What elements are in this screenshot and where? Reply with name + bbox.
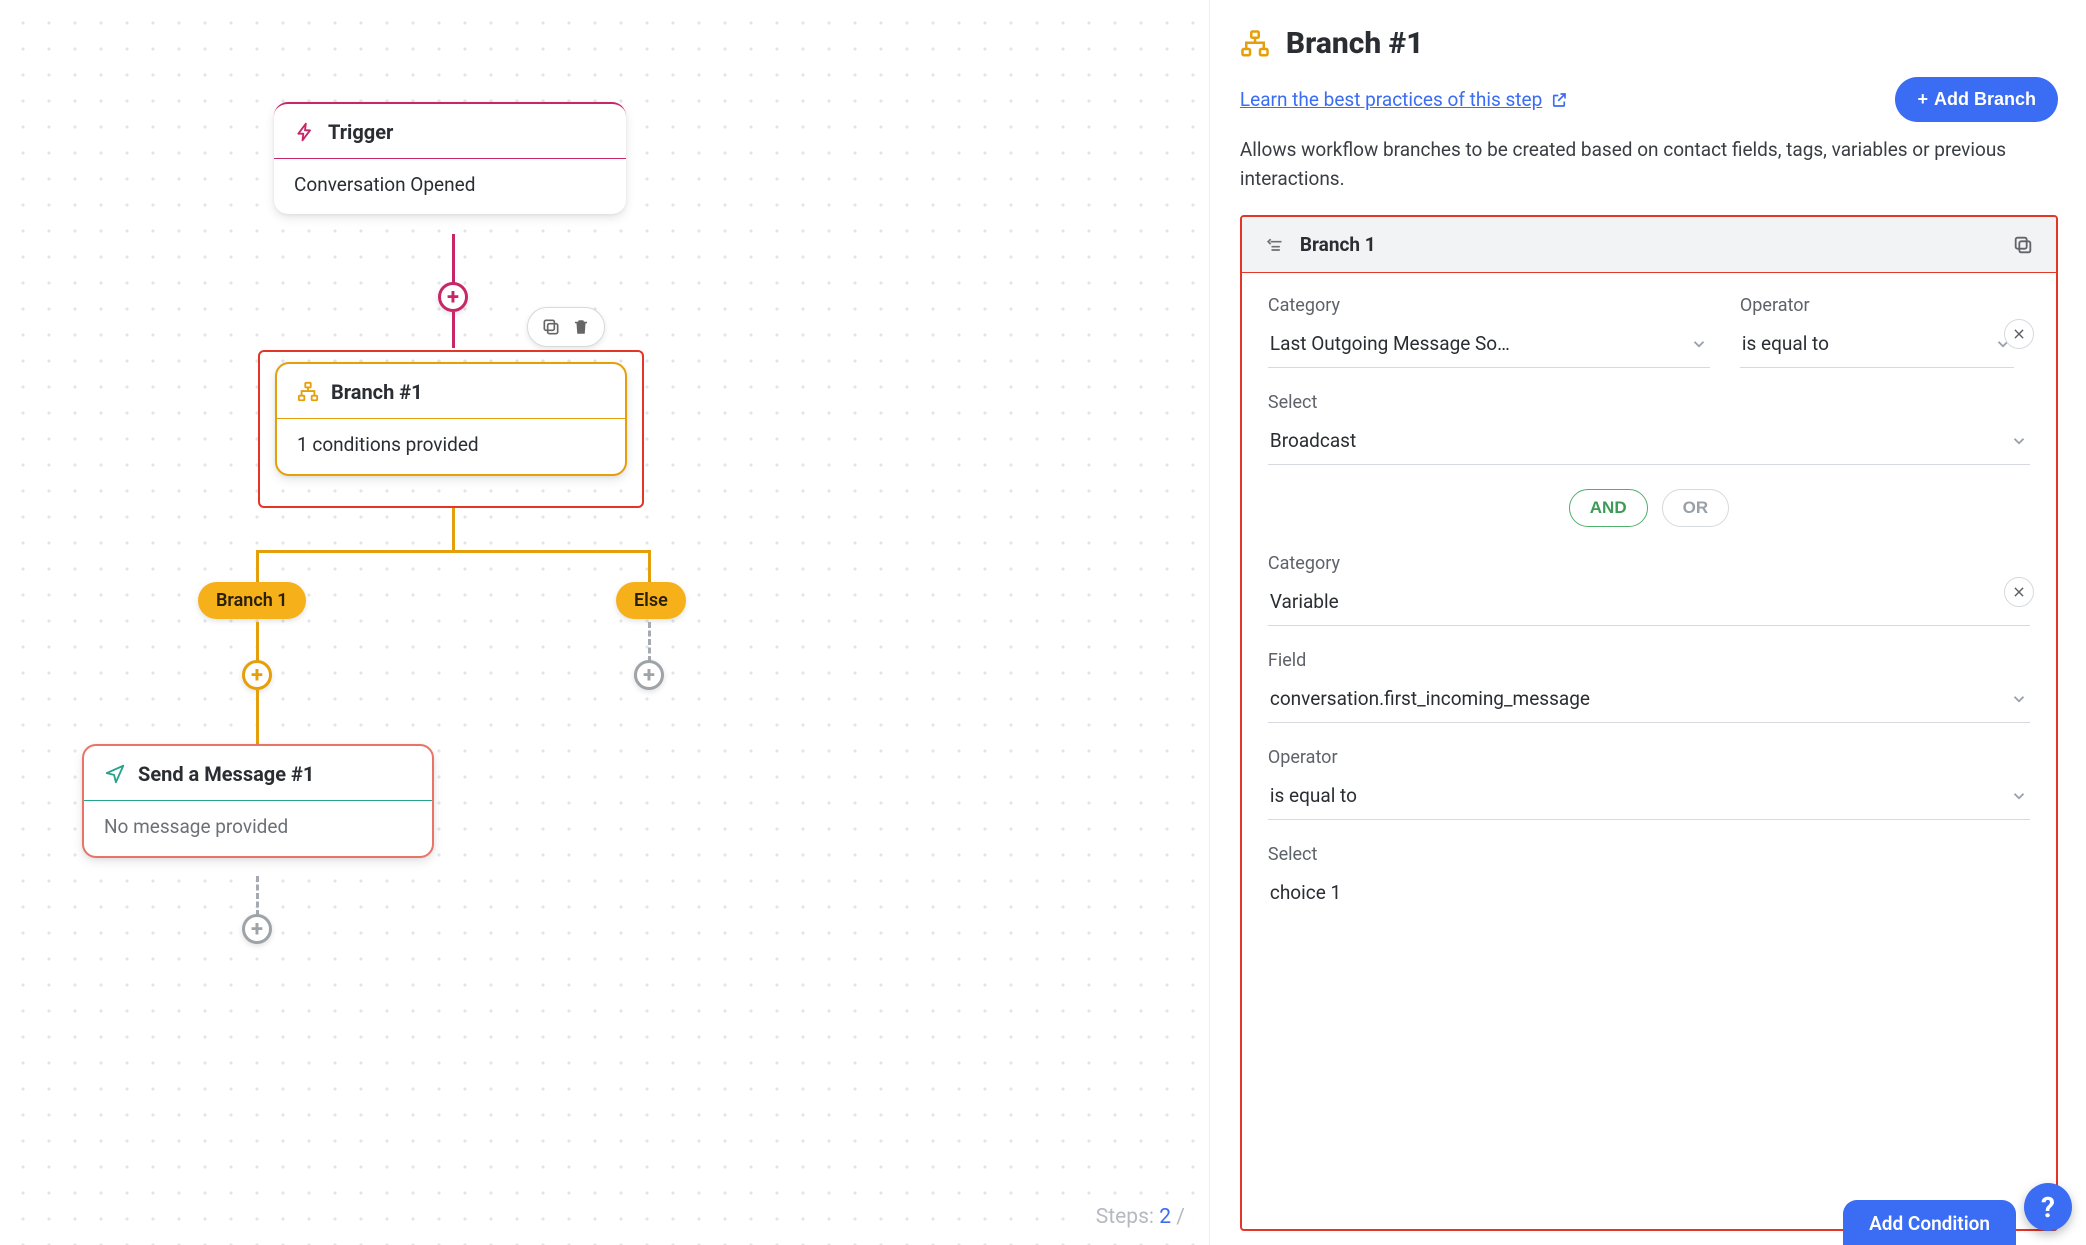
node-toolbar: [527, 307, 605, 347]
value-select[interactable]: Broadcast: [1268, 423, 2030, 465]
field-label: Select: [1268, 844, 2030, 865]
add-condition-button[interactable]: Add Condition: [1843, 1200, 2016, 1245]
workflow-canvas[interactable]: Trigger Conversation Opened +: [0, 0, 1210, 1245]
node-trigger-title: Trigger: [328, 120, 393, 144]
chevron-down-icon: [2010, 690, 2028, 708]
connector: [256, 690, 259, 746]
add-branch-button[interactable]: + Add Branch: [1895, 77, 2058, 122]
bolt-icon: [294, 121, 316, 143]
add-step-button[interactable]: +: [438, 282, 468, 312]
send-icon: [104, 763, 126, 785]
add-step-button[interactable]: +: [242, 660, 272, 690]
node-branch[interactable]: Branch #1 1 conditions provided: [275, 362, 627, 476]
field-label: Category: [1268, 295, 1710, 316]
connector: [452, 508, 455, 552]
branch-card-title: Branch 1: [1300, 233, 1376, 256]
field-label: Operator: [1740, 295, 2014, 316]
or-button[interactable]: OR: [1662, 489, 1730, 527]
trash-icon[interactable]: [570, 316, 592, 338]
connector-dashed: [256, 876, 259, 916]
logic-operator-group: AND OR: [1268, 489, 2030, 527]
connector: [256, 550, 259, 582]
drag-handle-icon[interactable]: [1264, 235, 1284, 255]
category-select[interactable]: Last Outgoing Message So…: [1268, 326, 1710, 368]
add-step-button[interactable]: +: [242, 914, 272, 944]
chevron-down-icon: [1690, 335, 1708, 353]
branch-label-pill[interactable]: Branch 1: [198, 582, 306, 619]
connector: [452, 312, 455, 348]
branch-icon: [1240, 29, 1270, 59]
connector-dashed: [648, 622, 651, 662]
field-label: Field: [1268, 650, 2030, 671]
external-link-icon: [1550, 91, 1568, 109]
node-msg-title: Send a Message #1: [138, 762, 314, 786]
field-select[interactable]: conversation.first_incoming_message: [1268, 681, 2030, 723]
node-trigger[interactable]: Trigger Conversation Opened: [274, 102, 626, 214]
panel-description: Allows workflow branches to be created b…: [1240, 136, 2058, 193]
help-icon: ?: [2041, 1191, 2055, 1224]
category-select[interactable]: Variable: [1268, 584, 2030, 626]
and-button[interactable]: AND: [1569, 489, 1648, 527]
chevron-down-icon: [2010, 787, 2028, 805]
condition-row: Category Last Outgoing Message So… Opera…: [1268, 295, 2030, 465]
plus-icon: +: [1917, 89, 1928, 110]
copy-icon[interactable]: [540, 316, 562, 338]
remove-condition-button[interactable]: [2004, 577, 2034, 607]
value-select[interactable]: choice 1: [1268, 875, 2030, 916]
node-msg-body: No message provided: [84, 801, 432, 856]
field-label: Select: [1268, 392, 2030, 413]
copy-icon[interactable]: [2012, 234, 2034, 256]
field-label: Category: [1268, 553, 2030, 574]
field-label: Operator: [1268, 747, 2030, 768]
node-trigger-body: Conversation Opened: [274, 159, 626, 214]
add-step-button[interactable]: +: [634, 660, 664, 690]
panel-title: Branch #1: [1286, 26, 1424, 61]
branch-icon: [297, 381, 319, 403]
chevron-down-icon: [2010, 432, 2028, 450]
learn-link[interactable]: Learn the best practices of this step: [1240, 88, 1568, 111]
node-branch-body: 1 conditions provided: [277, 419, 625, 474]
branch-config-panel: Branch #1 Learn the best practices of th…: [1210, 0, 2086, 1245]
connector: [648, 550, 651, 582]
branch-card: Branch 1 Category Last Ou: [1240, 215, 2058, 1231]
help-fab[interactable]: ?: [2024, 1183, 2072, 1231]
node-branch-title: Branch #1: [331, 380, 423, 404]
condition-row: Category Variable Field conversation.fir…: [1268, 553, 2030, 916]
remove-condition-button[interactable]: [2004, 319, 2034, 349]
else-label-pill[interactable]: Else: [616, 582, 686, 619]
connector: [256, 622, 259, 662]
operator-select[interactable]: is equal to: [1268, 778, 2030, 820]
connector: [256, 550, 651, 553]
operator-select[interactable]: is equal to: [1740, 326, 2014, 368]
steps-indicator: Steps: 2 /: [1086, 1199, 1195, 1235]
node-send-message[interactable]: Send a Message #1 No message provided: [82, 744, 434, 858]
